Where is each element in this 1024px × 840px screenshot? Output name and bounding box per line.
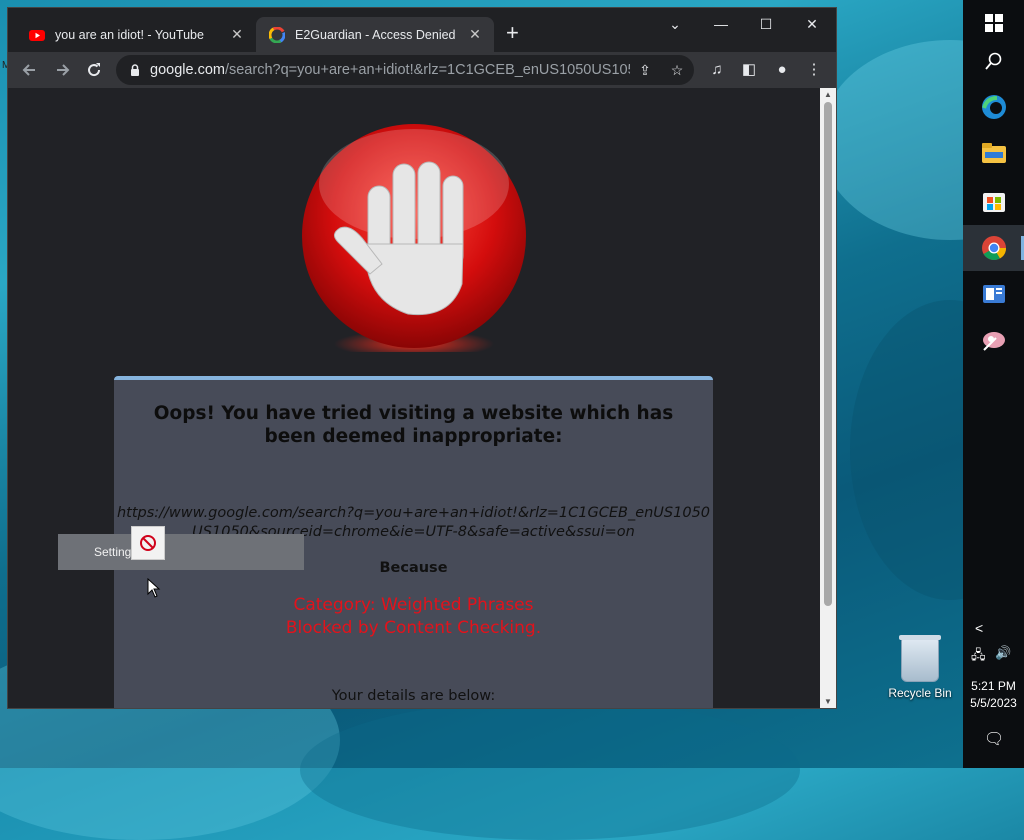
side-panel-icon[interactable]: ◧ [740,61,758,79]
media-control-icon[interactable]: ♫ [708,61,726,79]
google-icon [269,26,285,43]
scroll-thumb[interactable] [824,102,832,606]
maximize-button[interactable]: ☐ [743,16,789,33]
access-denied-headline: Oops! You have tried visiting a website … [153,403,674,447]
recycle-bin-icon [899,635,941,682]
scroll-down-icon[interactable]: ▼ [820,697,836,706]
tab-title: you are an idiot! - YouTube [55,27,204,42]
chrome-icon[interactable] [963,225,1024,271]
profile-avatar-icon[interactable]: ● [773,61,791,79]
page-scrollbar[interactable]: ▲ ▼ [820,88,836,708]
snipping-tool-icon[interactable] [963,318,1024,364]
clock-date: 5/5/2023 [970,696,1017,710]
file-explorer-icon[interactable] [963,130,1024,176]
taskbar-clock[interactable]: 5:21 PM 5/5/2023 [963,678,1024,712]
minimize-button[interactable]: — [698,16,744,32]
tab-title: E2Guardian - Access Denied [295,27,456,42]
tab-search-button[interactable]: ⌄ [652,16,698,33]
reload-icon [88,63,101,77]
reload-button[interactable] [84,60,104,80]
edge-icon[interactable] [963,84,1024,130]
block-category: Category: Weighted Phrases [293,595,534,615]
block-method: Blocked by Content Checking. [285,618,542,638]
taskbar: < 🖧 🔊 🗨 [963,0,1024,768]
url-text: google.com/search?q=you+are+an+idiot!&rl… [150,62,630,78]
back-button[interactable] [20,60,40,80]
lock-icon [131,64,139,76]
tab-e2guardian[interactable]: E2Guardian - Access Denied ✕ [256,17,494,52]
settings-drag-overlay[interactable]: Settings [58,534,304,570]
recycle-bin-label: Recycle Bin [888,686,952,700]
new-tab-button[interactable]: + [506,22,519,44]
forward-arrow-icon [57,64,70,76]
tab-close-icon[interactable]: ✕ [466,26,484,43]
stop-hand-icon [302,124,526,352]
tab-youtube[interactable]: you are an idiot! - YouTube ✕ [16,17,256,52]
scroll-up-icon[interactable]: ▲ [820,90,836,99]
tab-strip: you are an idiot! - YouTube ✕ E2Guardian… [8,8,836,52]
block-reason: Category: Weighted Phrases Blocked by Co… [114,594,713,640]
url-domain: google.com [150,62,225,78]
back-arrow-icon [22,64,35,76]
browser-toolbar: google.com/search?q=you+are+an+idiot!&rl… [8,52,836,88]
close-window-button[interactable]: ✕ [789,16,835,33]
url-path: /search?q=you+are+an+idiot!&rlz=1C1GCEB_… [224,62,630,78]
tab-close-icon[interactable]: ✕ [228,26,246,43]
details-text: Your details are below: [331,688,496,704]
show-hidden-icons[interactable]: < [975,620,983,636]
no-drop-icon [131,526,165,560]
search-icon[interactable] [963,38,1024,84]
network-icon[interactable]: 🖧 [971,646,986,668]
share-icon[interactable]: ⇪ [636,61,654,79]
menu-kebab-icon[interactable]: ⋮ [805,61,823,79]
forward-button[interactable] [52,60,72,80]
wallpaper-wave [300,700,800,840]
browser-window: you are an idiot! - YouTube ✕ E2Guardian… [8,8,836,708]
clock-time: 5:21 PM [971,679,1016,693]
bookmark-star-icon[interactable]: ☆ [668,61,686,79]
news-icon[interactable] [963,271,1024,317]
address-bar[interactable]: google.com/search?q=you+are+an+idiot!&rl… [116,55,694,85]
store-icon[interactable] [963,177,1024,223]
recycle-bin[interactable]: Recycle Bin [886,635,954,700]
notification-icon[interactable]: 🗨 [984,729,1004,749]
volume-icon[interactable]: 🔊 [995,645,1011,661]
youtube-icon [29,29,45,41]
page-viewport: Oops! You have tried visiting a website … [8,88,820,708]
mouse-cursor-icon [147,578,161,598]
